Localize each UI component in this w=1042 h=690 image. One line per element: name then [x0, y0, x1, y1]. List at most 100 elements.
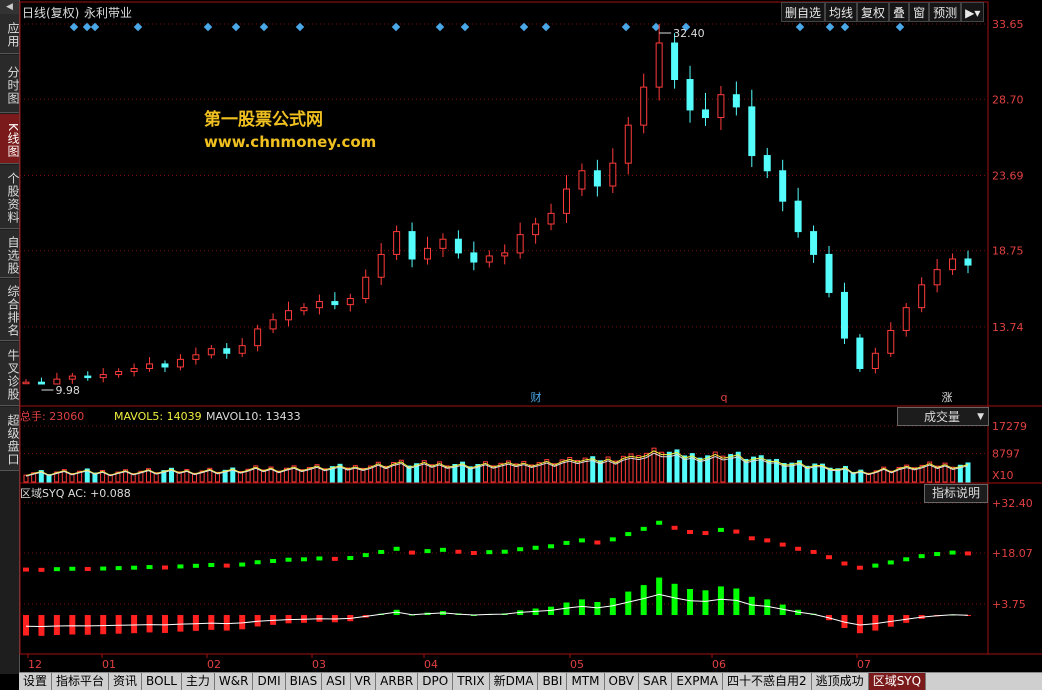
event-marker-icon[interactable]	[895, 22, 905, 32]
event-marker-icon[interactable]	[259, 22, 269, 32]
indicator-bar	[115, 615, 122, 634]
indicator-step-mark	[439, 547, 446, 552]
event-marker-icon[interactable]	[203, 22, 213, 32]
indicator-step-mark	[38, 567, 45, 572]
candle-body	[949, 258, 957, 271]
indicator-explain-button[interactable]: 指标说明	[924, 484, 988, 503]
x-tick-label: 07	[857, 658, 871, 671]
volume-tick-label: 8797	[992, 447, 1020, 460]
indicator-tab[interactable]: MTM	[567, 673, 605, 690]
indicator-tab[interactable]: DMI	[253, 673, 286, 690]
indicator-bar	[161, 615, 168, 633]
indicator-bar	[671, 583, 678, 615]
candle-body	[285, 310, 293, 321]
indicator-tab[interactable]: ASI	[322, 673, 351, 690]
indicator-step-mark	[949, 550, 956, 555]
indicator-tab[interactable]: 四十不惑自用2	[723, 673, 812, 690]
candle-body	[933, 269, 941, 286]
event-marker-icon[interactable]	[295, 22, 305, 32]
candle-body	[856, 337, 864, 369]
indicator-step-mark	[810, 549, 817, 554]
indicator-tab[interactable]: OBV	[605, 673, 640, 690]
candle-body	[84, 375, 92, 379]
indicator-bar	[84, 615, 91, 635]
indicator-tab[interactable]: 设置	[19, 673, 53, 690]
event-marker-icon[interactable]	[795, 22, 805, 32]
indicator-bar	[53, 615, 60, 636]
candle-body	[732, 94, 740, 108]
candle-body	[578, 170, 586, 190]
toolbar-button[interactable]: 复权	[857, 2, 890, 22]
mavol10-label: MAVOL10: 13433	[206, 410, 301, 423]
candle-body	[532, 223, 540, 236]
toolbar-button[interactable]: 均线	[825, 2, 858, 22]
indicator-tab[interactable]: 逃顶成功	[812, 673, 869, 690]
indicator-step-mark	[53, 567, 60, 572]
candle-body	[763, 155, 771, 172]
toolbar-more-icon[interactable]: ▶▾	[961, 2, 985, 22]
candle-body	[192, 354, 200, 360]
indicator-step-mark	[887, 560, 894, 565]
indicator-step-mark	[578, 538, 585, 543]
indicator-tab[interactable]: W&R	[215, 673, 254, 690]
indicator-tab[interactable]: DPO	[418, 673, 454, 690]
candle-body	[794, 200, 802, 233]
indicator-tab[interactable]: 区域SYQ	[868, 673, 927, 690]
indicator-tab[interactable]: TRIX	[453, 673, 490, 690]
event-marker-icon[interactable]	[460, 22, 470, 32]
candle-body	[593, 170, 601, 187]
indicator-tab[interactable]: BBI	[538, 673, 568, 690]
indicator-bar	[717, 586, 724, 615]
candle-body	[161, 363, 169, 368]
candle-body	[810, 231, 818, 255]
indicator-tab[interactable]: EXPMA	[672, 673, 724, 690]
price-tick-label: 28.70	[992, 93, 1024, 106]
toolbar-button[interactable]: 窗	[909, 2, 930, 22]
event-marker-icon[interactable]	[435, 22, 445, 32]
indicator-tab[interactable]: ARBR	[376, 673, 419, 690]
indicator-step-mark	[285, 557, 292, 562]
candle-body	[269, 319, 277, 330]
indicator-step-mark	[331, 556, 338, 561]
toolbar-button[interactable]: 删自选	[781, 2, 826, 22]
mavol5-label: MAVOL5: 14039	[114, 410, 202, 423]
candle-body	[362, 276, 370, 300]
candle-body	[701, 109, 709, 119]
indicator-step-mark	[378, 549, 385, 554]
candle-body	[717, 94, 725, 119]
indicator-step-mark	[702, 531, 709, 536]
event-marker-icon[interactable]	[840, 22, 850, 32]
indicator-step-mark	[733, 529, 740, 534]
candle-body	[207, 348, 215, 356]
candle-body	[501, 252, 509, 257]
indicator-tab[interactable]: 资讯	[109, 673, 143, 690]
volume-indicator-select[interactable]: 成交量 ▼	[897, 407, 989, 426]
indicator-step-mark	[795, 546, 802, 551]
candle-body	[902, 307, 910, 331]
indicator-tab[interactable]: BIAS	[286, 673, 323, 690]
indicator-tab[interactable]: BOLL	[142, 673, 182, 690]
indicator-step-mark	[486, 550, 493, 555]
indicator-bar	[38, 615, 45, 636]
indicator-tab[interactable]: 主力	[182, 673, 215, 690]
candle-body	[424, 247, 432, 260]
indicator-bar	[100, 615, 107, 635]
indicator-step-mark	[656, 520, 663, 525]
event-marker-icon[interactable]	[231, 22, 241, 32]
indicator-step-mark	[671, 525, 678, 530]
indicator-step-mark	[548, 544, 555, 549]
candle-body	[408, 231, 416, 260]
candle-body	[254, 328, 262, 347]
stock-name: 永利带业	[84, 6, 132, 20]
indicator-tab[interactable]: 新DMA	[490, 673, 539, 690]
event-marker-icon[interactable]	[519, 22, 529, 32]
indicator-step-mark	[254, 560, 261, 565]
toolbar-button[interactable]: 预测	[929, 2, 962, 22]
indicator-tab[interactable]: VR	[351, 673, 377, 690]
event-marker-icon[interactable]	[391, 22, 401, 32]
candle-body	[640, 86, 648, 126]
indicator-tab[interactable]: 指标平台	[52, 673, 110, 690]
indicator-tab[interactable]: SAR	[639, 673, 673, 690]
toolbar-button[interactable]: 叠	[889, 2, 910, 22]
candle-body	[22, 381, 30, 385]
